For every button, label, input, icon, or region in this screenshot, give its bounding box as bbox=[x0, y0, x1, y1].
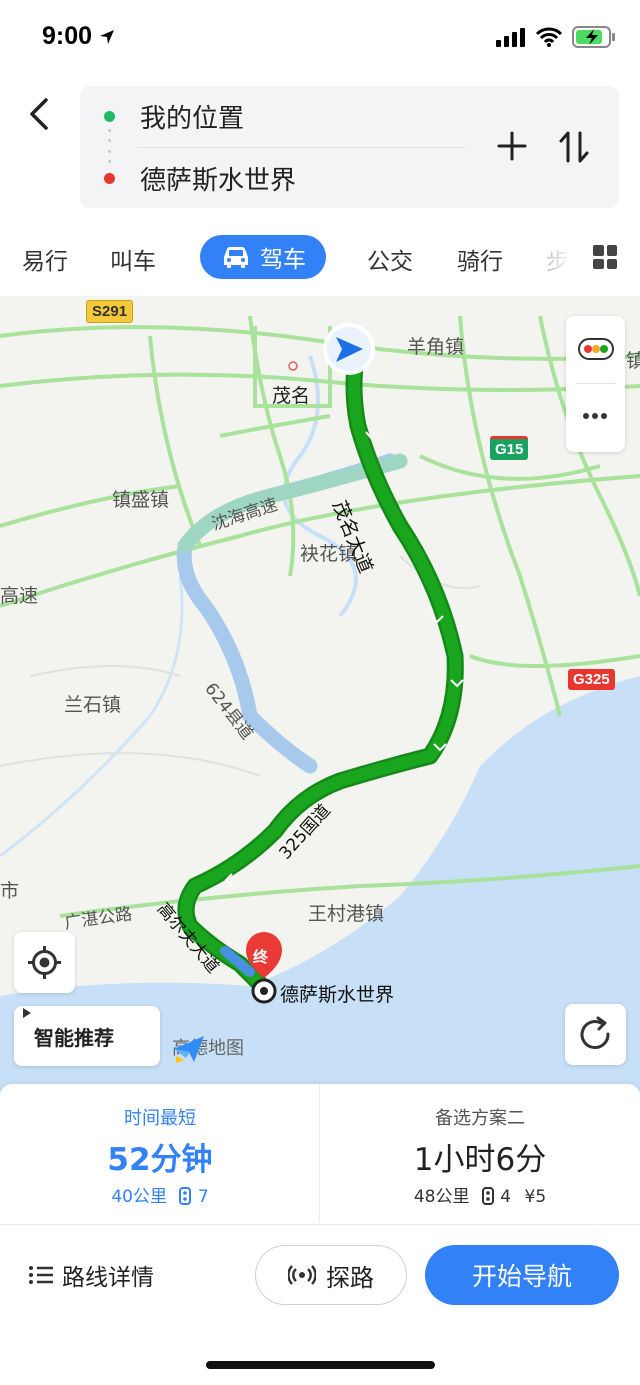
wifi-icon bbox=[536, 27, 562, 47]
locate-button[interactable] bbox=[14, 932, 75, 993]
battery-icon bbox=[572, 26, 615, 48]
place-label: 羊角镇 bbox=[407, 336, 465, 358]
tab-drive-label: 驾车 bbox=[260, 247, 306, 273]
location-arrow-icon bbox=[100, 30, 114, 44]
destination-label[interactable]: 德萨斯水世界 bbox=[280, 980, 394, 1007]
place-label: 王村港镇 bbox=[308, 903, 385, 925]
route-input-box: 我的位置 德萨斯水世界 bbox=[80, 86, 619, 208]
end-location-text: 德萨斯水世界 bbox=[140, 165, 297, 196]
route-time: 52分钟 bbox=[107, 1142, 213, 1178]
back-button[interactable] bbox=[20, 94, 60, 134]
crosshair-icon bbox=[28, 946, 61, 979]
route-header: 我的位置 德萨斯水世界 bbox=[0, 80, 640, 220]
add-waypoint-button[interactable] bbox=[495, 129, 529, 163]
start-location-field[interactable]: 我的位置 bbox=[80, 86, 480, 146]
swap-icon bbox=[559, 131, 589, 163]
route-toll: ¥5 bbox=[524, 1187, 547, 1207]
place-label: 高速 bbox=[0, 585, 39, 607]
place-label: 镇 bbox=[626, 350, 640, 372]
caret-right-icon bbox=[23, 1008, 31, 1018]
route-time: 1小时6分 bbox=[413, 1142, 547, 1178]
status-time: 9:00 bbox=[42, 22, 115, 51]
route-option-1[interactable]: 时间最短 52分钟 40公里 7 bbox=[0, 1084, 320, 1224]
start-location-text: 我的位置 bbox=[140, 103, 245, 134]
broadcast-icon bbox=[288, 1265, 316, 1285]
route-lights: 4 bbox=[500, 1187, 512, 1207]
route-lights: 7 bbox=[197, 1187, 209, 1207]
divider bbox=[0, 1224, 640, 1225]
status-bar: 9:00 bbox=[0, 0, 640, 80]
tab-drive[interactable]: 驾车 bbox=[200, 235, 326, 279]
signal-icon bbox=[496, 28, 525, 47]
route-details-label: 路线详情 bbox=[62, 1265, 154, 1291]
end-location-field[interactable]: 德萨斯水世界 bbox=[80, 148, 480, 208]
car-icon bbox=[224, 247, 248, 268]
refresh-button[interactable] bbox=[565, 1004, 626, 1065]
map-view[interactable]: S291 G15 G325 茂名 羊角镇 镇盛镇 袂花镇 兰石镇 王村港镇 高速… bbox=[0, 296, 640, 1096]
start-dot-icon bbox=[104, 110, 115, 122]
end-dot-icon bbox=[104, 172, 115, 184]
city-label: 茂名 bbox=[272, 385, 311, 407]
amap-logo-icon bbox=[174, 1036, 204, 1063]
place-label: 镇盛镇 bbox=[112, 489, 170, 511]
route-tag: 时间最短 bbox=[124, 1108, 196, 1129]
tab-taxi[interactable]: 叫车 bbox=[110, 242, 156, 276]
swap-route-button[interactable] bbox=[557, 129, 591, 165]
traffic-light-icon bbox=[481, 1187, 494, 1205]
route-details-button[interactable]: 路线详情 bbox=[28, 1258, 154, 1292]
tab-fade bbox=[535, 238, 575, 278]
traffic-light-icon bbox=[578, 338, 614, 360]
place-label: 兰石镇 bbox=[64, 694, 122, 716]
transport-mode-tabs: 易行 叫车 驾车 公交 骑行 步 bbox=[0, 228, 640, 290]
shield-g15: G15 bbox=[490, 436, 529, 460]
status-icons bbox=[496, 26, 616, 48]
probe-route-button[interactable]: 探路 bbox=[255, 1245, 407, 1305]
route-meta: 40公里 7 bbox=[0, 1182, 320, 1207]
tab-yixing[interactable]: 易行 bbox=[22, 242, 68, 276]
route-meta: 48公里 4 ¥5 bbox=[320, 1182, 640, 1207]
destination-badge: 终 bbox=[253, 948, 269, 966]
refresh-icon bbox=[580, 1016, 610, 1050]
probe-route-label: 探路 bbox=[326, 1263, 374, 1292]
tab-bus[interactable]: 公交 bbox=[367, 242, 413, 276]
route-distance: 40公里 bbox=[111, 1187, 167, 1207]
chevron-left-icon bbox=[30, 98, 48, 130]
smart-recommend-button[interactable]: 智能推荐 bbox=[14, 1006, 160, 1066]
amap-logo: 高德地图 bbox=[172, 1034, 244, 1063]
route-tag: 备选方案二 bbox=[435, 1108, 525, 1129]
shield-s291: S291 bbox=[86, 300, 134, 323]
map-tools-panel bbox=[566, 316, 625, 452]
traffic-light-icon bbox=[179, 1187, 192, 1205]
home-indicator[interactable] bbox=[206, 1361, 435, 1369]
grid-icon[interactable] bbox=[593, 245, 617, 269]
place-label: 市 bbox=[0, 880, 20, 902]
shield-g325: G325 bbox=[568, 669, 615, 690]
start-navigation-label: 开始导航 bbox=[471, 1262, 572, 1291]
list-icon bbox=[29, 1266, 53, 1284]
plus-icon bbox=[497, 131, 527, 161]
smart-recommend-label: 智能推荐 bbox=[34, 1025, 114, 1050]
route-options-panel: 时间最短 52分钟 40公里 7 备选方案二 1小时6分 48公里 4 ¥5 bbox=[0, 1084, 640, 1229]
route-option-2[interactable]: 备选方案二 1小时6分 48公里 4 ¥5 bbox=[320, 1084, 640, 1224]
more-dots-icon bbox=[583, 413, 607, 419]
bottom-action-bar: 路线详情 探路 开始导航 bbox=[0, 1230, 640, 1385]
route-distance: 48公里 bbox=[413, 1187, 470, 1207]
tab-bike[interactable]: 骑行 bbox=[457, 242, 503, 276]
start-navigation-button[interactable]: 开始导航 bbox=[425, 1245, 619, 1305]
